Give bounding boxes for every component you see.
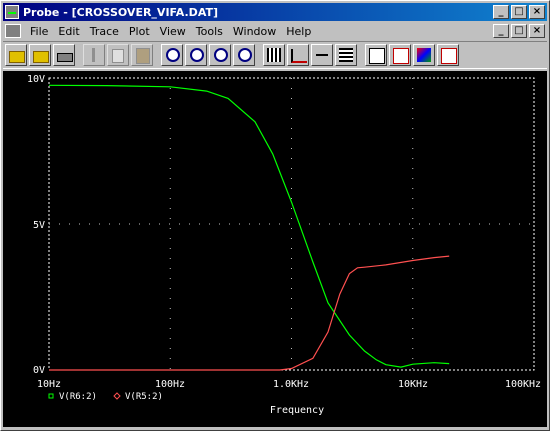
- folder-icon: [9, 51, 25, 63]
- zoom-area-button[interactable]: [209, 44, 231, 66]
- legend-marker-diamond: [113, 392, 121, 400]
- mark-label-button[interactable]: [437, 44, 459, 66]
- y-tick-label: 10V: [27, 74, 45, 85]
- menu-window[interactable]: Window: [228, 25, 281, 38]
- legend-label-v-r5-2: V(R5:2): [125, 392, 163, 402]
- x-tick-label: 1.0KHz: [273, 379, 309, 390]
- doc-minimize-button[interactable]: _: [493, 24, 509, 38]
- table-button[interactable]: [335, 44, 357, 66]
- series-line-v-r5-2: [49, 255, 450, 371]
- folder-open-icon: [33, 51, 49, 63]
- add-plot-button[interactable]: [263, 44, 285, 66]
- y-tick-labels: 10V 5V 0V: [27, 74, 45, 376]
- fft-button[interactable]: [287, 44, 309, 66]
- clipboard-icon: [136, 48, 150, 64]
- plot-frame: [48, 77, 535, 371]
- window-title: Probe - [CROSSOVER_VIFA.DAT]: [23, 5, 219, 19]
- graph-icon: [369, 48, 385, 64]
- doc-close-button[interactable]: ×: [529, 24, 545, 38]
- zoom-in-icon: [166, 48, 180, 62]
- zoom-fit-button[interactable]: [233, 44, 255, 66]
- zoom-out-icon: [190, 48, 204, 62]
- menu-bar: File Edit Trace Plot View Tools Window H…: [3, 22, 547, 40]
- cut-button[interactable]: [83, 44, 105, 66]
- menu-plot[interactable]: Plot: [124, 25, 155, 38]
- legend-label-v-r6-2: V(R6:2): [59, 392, 97, 402]
- toolbar: [3, 41, 547, 69]
- grid: [49, 78, 534, 370]
- probe-window: Probe - [CROSSOVER_VIFA.DAT] _ □ × File …: [0, 0, 550, 431]
- menu-edit[interactable]: Edit: [53, 25, 84, 38]
- series-line-v-r6-2: [48, 84, 450, 368]
- minimize-button[interactable]: _: [493, 5, 509, 19]
- close-button[interactable]: ×: [529, 5, 545, 19]
- x-tick-label: 100Hz: [155, 379, 185, 390]
- printer-icon: [57, 53, 73, 62]
- add-label-button[interactable]: [413, 44, 435, 66]
- cross-arrows-icon: [316, 54, 328, 56]
- fft-icon: [291, 49, 307, 63]
- x-tick-label: 10Hz: [37, 379, 61, 390]
- performance-analysis-button[interactable]: [311, 44, 333, 66]
- doc-restore-button[interactable]: □: [511, 24, 527, 38]
- legend: V(R6:2) V(R5:2): [48, 392, 163, 402]
- legend-marker-square: [48, 393, 54, 399]
- abc-label-icon: [417, 48, 431, 62]
- menu-file[interactable]: File: [25, 25, 53, 38]
- bars-icon: [267, 48, 281, 62]
- x-tick-label: 10KHz: [398, 379, 428, 390]
- toggle-cursor-button[interactable]: [365, 44, 387, 66]
- table-icon: [339, 48, 353, 62]
- x-tick-labels: 10Hz 100Hz 1.0KHz 10KHz 100KHz: [37, 379, 541, 390]
- plot-area[interactable]: 10V 5V 0V 10Hz 100Hz 1.0KHz 10KHz 100KHz…: [3, 71, 547, 427]
- menu-view[interactable]: View: [155, 25, 191, 38]
- zoom-area-icon: [214, 48, 228, 62]
- scissors-icon: [92, 48, 95, 62]
- mark-check-icon: [441, 48, 457, 64]
- open-folder-button[interactable]: [5, 44, 27, 66]
- zoom-out-button[interactable]: [185, 44, 207, 66]
- menu-trace[interactable]: Trace: [85, 25, 124, 38]
- frequency-response-chart[interactable]: 10V 5V 0V 10Hz 100Hz 1.0KHz 10KHz 100KHz…: [3, 71, 547, 427]
- maximize-button[interactable]: □: [511, 5, 527, 19]
- x-tick-label: 100KHz: [505, 379, 541, 390]
- document-icon[interactable]: [5, 24, 21, 38]
- print-button[interactable]: [53, 44, 75, 66]
- function-icon: [393, 48, 409, 64]
- zoom-fit-icon: [238, 48, 252, 62]
- zoom-in-button[interactable]: [161, 44, 183, 66]
- eval-goal-button[interactable]: [389, 44, 411, 66]
- menu-tools[interactable]: Tools: [191, 25, 228, 38]
- copy-button[interactable]: [107, 44, 129, 66]
- title-bar: Probe - [CROSSOVER_VIFA.DAT] _ □ ×: [3, 3, 547, 21]
- menu-help[interactable]: Help: [281, 25, 316, 38]
- open-file-button[interactable]: [29, 44, 51, 66]
- copy-icon: [112, 49, 124, 63]
- y-tick-label: 0V: [33, 365, 45, 376]
- paste-button[interactable]: [131, 44, 153, 66]
- x-axis-label: Frequency: [270, 405, 324, 416]
- probe-app-icon[interactable]: [5, 5, 19, 19]
- y-tick-label: 5V: [33, 220, 45, 231]
